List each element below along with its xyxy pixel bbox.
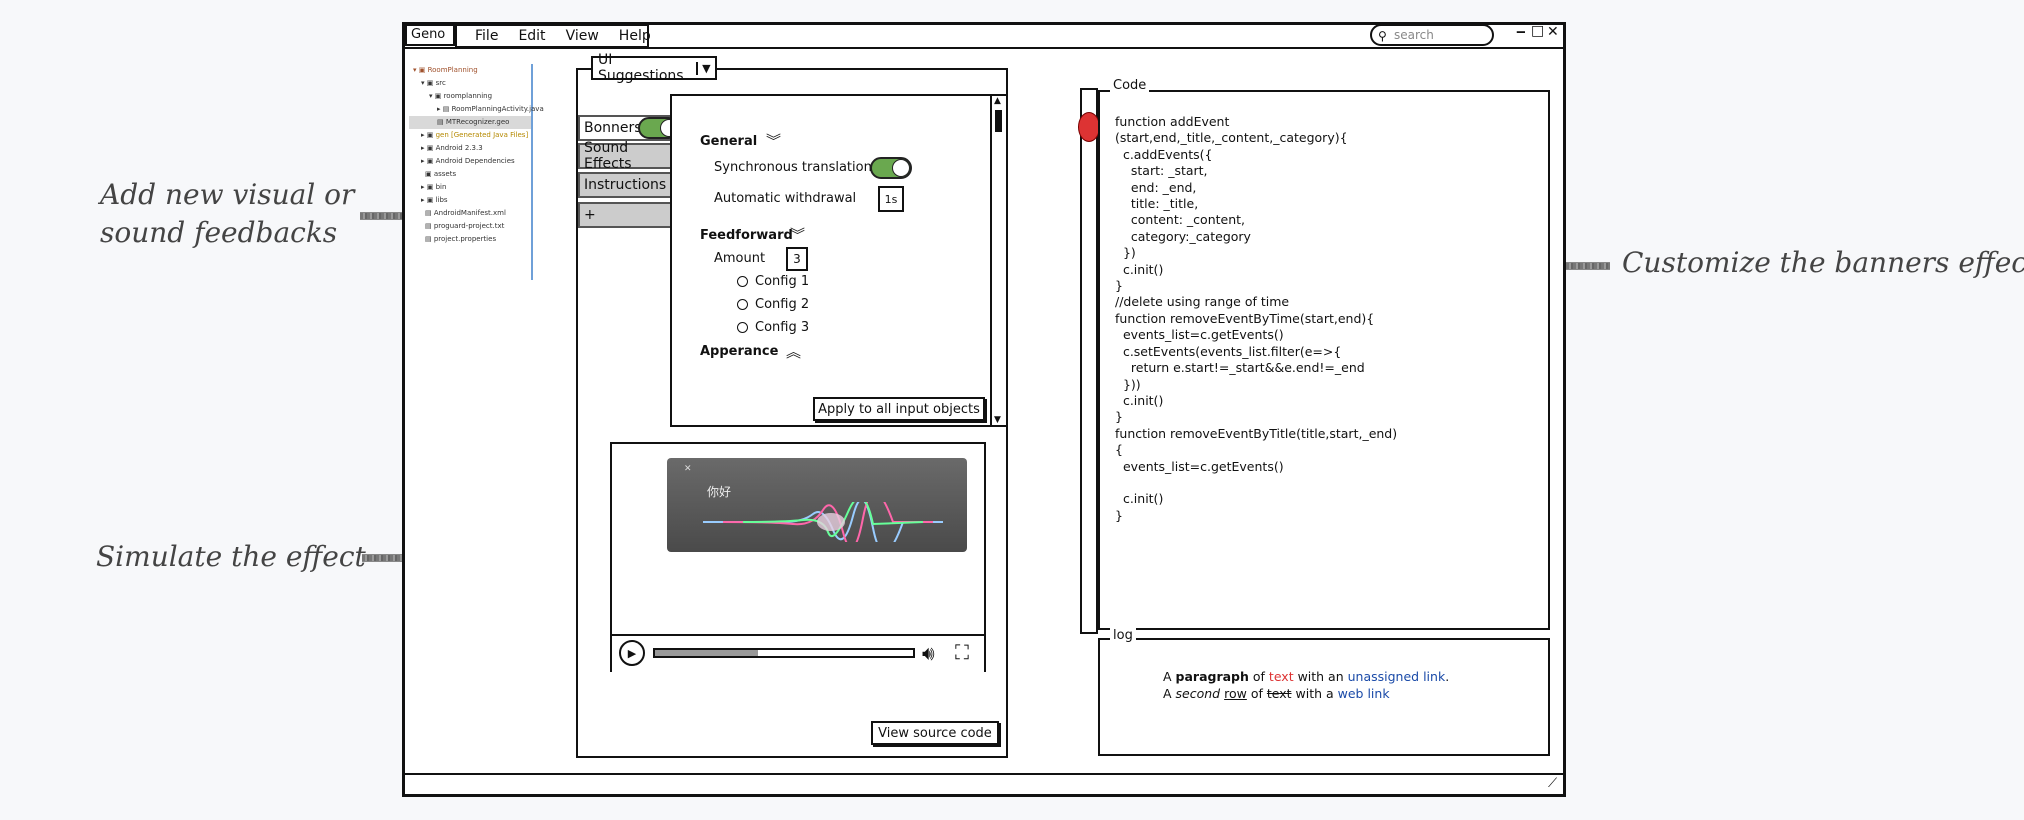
- log-line: A paragraph of text with an unassigned l…: [1163, 669, 1449, 684]
- tree-item[interactable]: ▾ ▣ src: [409, 77, 531, 90]
- progress-bar[interactable]: [653, 648, 915, 658]
- tree-item[interactable]: ▸ ▣ Android Dependencies: [409, 155, 531, 168]
- config-radio[interactable]: [737, 299, 748, 310]
- tree-item[interactable]: ▸ ▣ libs: [409, 194, 531, 207]
- progress-fill: [655, 650, 759, 656]
- tab-label: +: [584, 207, 596, 223]
- sync-label: Synchronous translation: [714, 160, 872, 175]
- general-heading: General: [700, 134, 758, 149]
- resize-grip-icon[interactable]: ⟋: [1548, 776, 1557, 791]
- appearance-heading: Apperance: [700, 344, 779, 359]
- banner-text: 你好: [707, 485, 732, 499]
- menu-edit[interactable]: Edit: [518, 28, 545, 44]
- log-text: of: [1248, 669, 1269, 684]
- close-icon[interactable]: ✕: [684, 464, 692, 474]
- annotation-add-feedback: Add new visual or sound feedbacks: [100, 178, 355, 249]
- log-text: .: [1445, 669, 1450, 684]
- config-label: Config 2: [755, 297, 810, 312]
- tree-item[interactable]: ▤ AndroidManifest.xml: [409, 207, 531, 220]
- search-icon: ⚲: [1378, 29, 1387, 43]
- breakpoint-marker[interactable]: [1078, 112, 1100, 142]
- tree-item[interactable]: ▸ ▣ bin: [409, 181, 531, 194]
- unassigned-link[interactable]: unassigned link: [1348, 669, 1446, 684]
- tree-item[interactable]: ▤ proguard-project.txt: [409, 220, 531, 233]
- log-title: log: [1110, 628, 1136, 643]
- log-text: A: [1163, 686, 1176, 701]
- config-radio[interactable]: [737, 276, 748, 287]
- tree-item[interactable]: ▣ assets: [409, 168, 531, 181]
- log-text: paragraph: [1175, 669, 1249, 684]
- suggestions-dropdown[interactable]: UI Suggestions ▼: [591, 52, 717, 84]
- volume-icon[interactable]: 🔊︎: [922, 641, 935, 665]
- log-text: row: [1224, 686, 1247, 701]
- config-radio[interactable]: [737, 322, 748, 333]
- maximize-icon[interactable]: □: [1531, 23, 1544, 39]
- code-title: Code: [1110, 78, 1150, 93]
- config-label: Config 3: [755, 320, 810, 335]
- collapse-icon[interactable]: ︾: [766, 130, 781, 151]
- log-line: A second row of text with a web link: [1163, 686, 1390, 701]
- tree-item[interactable]: ▤ project.properties: [409, 233, 531, 246]
- amount-value-field[interactable]: 3: [786, 247, 808, 271]
- menu-bar: File Edit View Help: [455, 24, 651, 48]
- expand-icon[interactable]: ︽: [786, 341, 801, 362]
- minimize-icon[interactable]: ‒: [1516, 24, 1526, 40]
- scroll-up-icon[interactable]: ▲: [994, 96, 1001, 106]
- annotation-customize: Customize the banners effect: [1622, 246, 2024, 279]
- tab-instructions[interactable]: Instructions: [578, 172, 672, 198]
- banner-preview: ✕ 你好: [667, 458, 967, 552]
- auto-label: Automatic withdrawal: [714, 191, 857, 206]
- search-input[interactable]: ⚲ search: [1370, 24, 1494, 46]
- tab-add[interactable]: +: [578, 202, 672, 228]
- status-bar: [404, 773, 1564, 775]
- code-editor[interactable]: function addEvent (start,end,_title,_con…: [1115, 114, 1397, 524]
- chevron-down-icon: ▼: [695, 61, 715, 75]
- log-text: second: [1175, 686, 1221, 701]
- tab-sound-effects[interactable]: Sound Effects: [578, 140, 672, 172]
- log-text: text: [1268, 669, 1294, 684]
- log-text: text: [1266, 686, 1292, 701]
- tree-item[interactable]: ▾ ▣ roomplanning: [409, 90, 531, 103]
- tab-label: Bonners: [584, 120, 642, 136]
- scroll-thumb[interactable]: [995, 110, 1002, 132]
- menu-help[interactable]: Help: [619, 28, 651, 44]
- tree-item[interactable]: ▾ ▣ RoomPlanning: [409, 64, 531, 77]
- web-link[interactable]: web link: [1338, 686, 1390, 701]
- siri-wave-icon: [703, 502, 943, 542]
- fullscreen-icon[interactable]: ⛶: [955, 640, 969, 664]
- view-source-button[interactable]: View source code: [871, 721, 999, 745]
- annotation-simulate: Simulate the effect: [96, 540, 366, 573]
- menu-divider: [404, 47, 1564, 49]
- suggestions-dropdown-label: UI Suggestions: [598, 52, 684, 84]
- tab-label: Instructions: [584, 177, 667, 193]
- log-text: of: [1246, 686, 1267, 701]
- close-icon[interactable]: ✕: [1547, 24, 1559, 40]
- tree-item[interactable]: ▤ MTRecognizer.geo: [409, 116, 531, 129]
- tree-item[interactable]: ▸ ▤ RoomPlanningActivity.java: [409, 103, 544, 116]
- collapse-icon[interactable]: ︾: [790, 224, 805, 245]
- scrollbar[interactable]: ▲ ▼: [990, 96, 1006, 425]
- menu-file[interactable]: File: [475, 28, 498, 44]
- log-text: with a: [1291, 686, 1338, 701]
- log-text: with an: [1293, 669, 1348, 684]
- search-placeholder: search: [1394, 28, 1434, 42]
- app-title-box: Geno: [405, 24, 455, 46]
- tab-label: Sound Effects: [584, 140, 632, 172]
- menu-view[interactable]: View: [566, 28, 599, 44]
- tree-item[interactable]: ▸ ▣ gen [Generated Java Files]: [409, 129, 531, 142]
- log-text: A: [1163, 669, 1176, 684]
- config-label: Config 1: [755, 274, 810, 289]
- tree-item[interactable]: ▸ ▣ Android 2.3.3: [409, 142, 531, 155]
- code-gutter: [1080, 88, 1098, 634]
- amount-label: Amount: [714, 251, 766, 266]
- feedforward-heading: Feedforward: [700, 228, 793, 243]
- apply-all-button[interactable]: Apply to all input objects: [813, 397, 985, 421]
- scroll-down-icon[interactable]: ▼: [994, 415, 1001, 425]
- sync-toggle[interactable]: [870, 157, 912, 179]
- play-button[interactable]: ▶: [619, 640, 645, 666]
- project-explorer: ▾ ▣ RoomPlanning ▾ ▣ src ▾ ▣ roomplannin…: [409, 64, 544, 280]
- auto-value-field[interactable]: 1s: [878, 186, 904, 212]
